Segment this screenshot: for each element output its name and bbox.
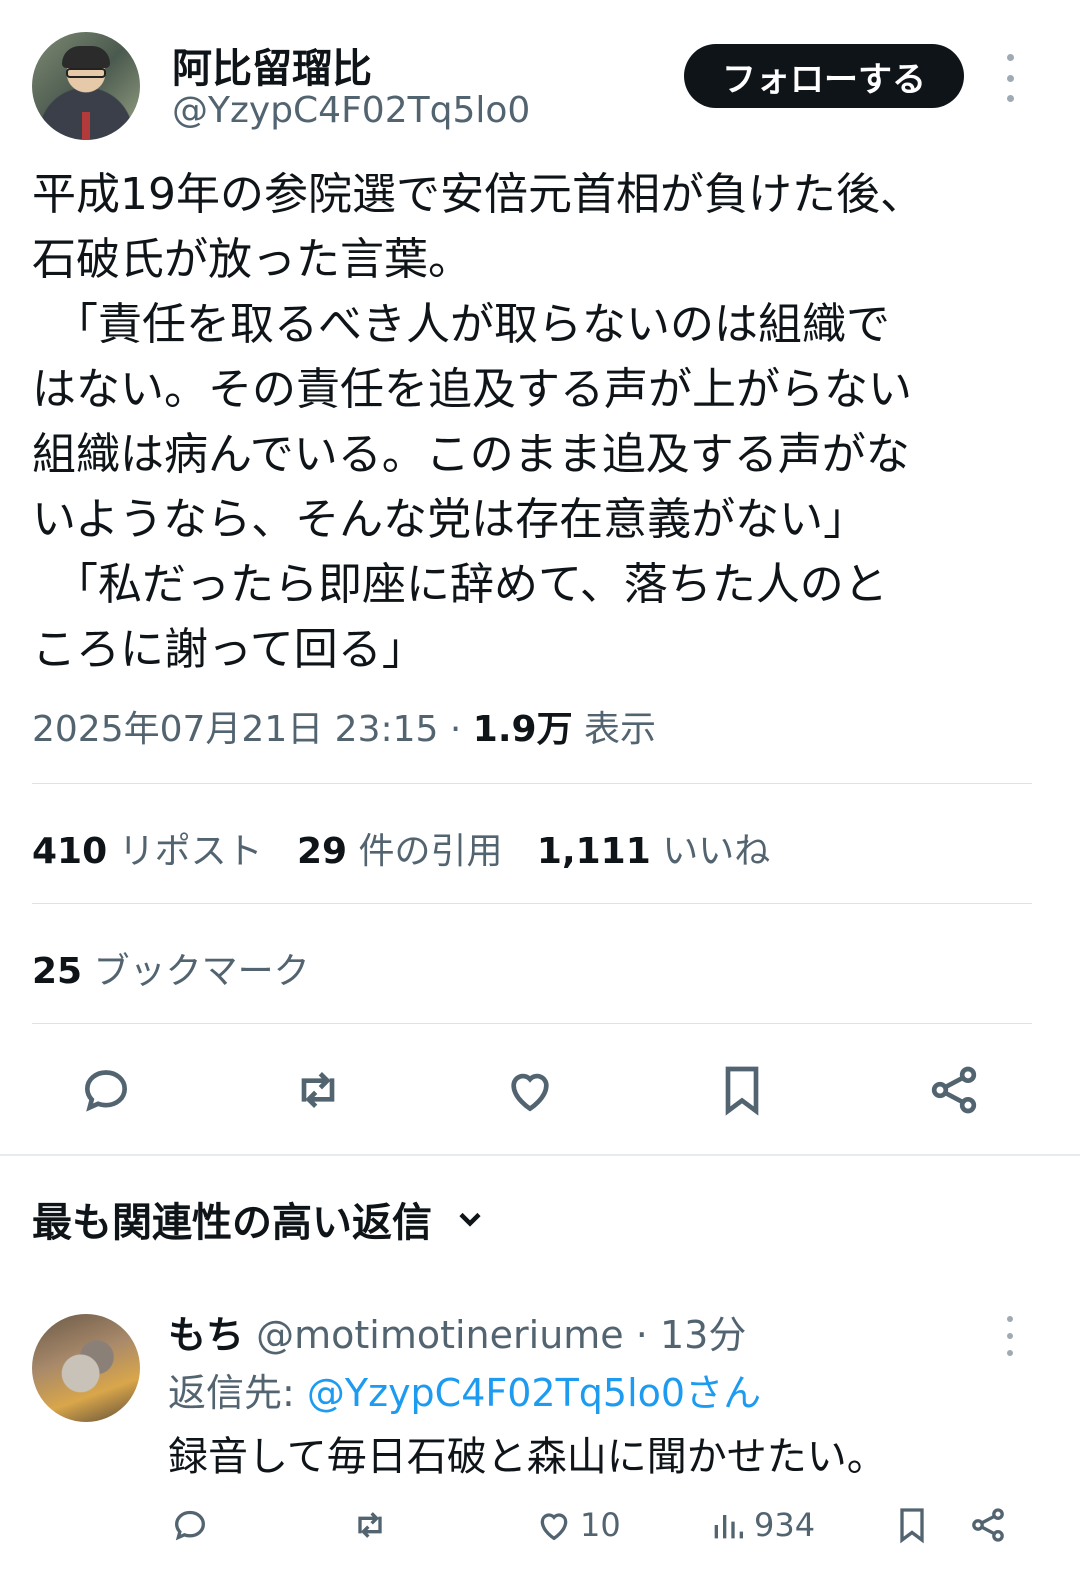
reply-action-bar: 10 934 (168, 1498, 1028, 1552)
tweet-datetime[interactable]: 2025年07月21日 23:15 (32, 709, 438, 750)
section-separator (0, 1154, 1080, 1156)
reply-like-button[interactable]: 10 (534, 1498, 621, 1552)
avatar-glasses (66, 68, 106, 78)
reposts-stat[interactable]: 410 リポスト (32, 831, 274, 872)
tweet-line: いようなら、そんな党は存在意義がない」 (32, 494, 868, 545)
reply-avatar[interactable] (32, 1314, 140, 1422)
meta-separator: · (449, 709, 462, 750)
reply-handle[interactable]: @motimotineriume (256, 1313, 624, 1357)
author-display-name[interactable]: 阿比留瑠比 (172, 36, 372, 94)
bookmarks-stat[interactable]: 25 ブックマーク (32, 942, 310, 994)
reply-to-line: 返信先: @YzypC4F02Tq5lo0さん (168, 1362, 761, 1417)
tweet-action-bar (32, 1048, 1032, 1132)
tweet-header: 阿比留瑠比 @YzypC4F02Tq5lo0 フォローする (32, 32, 1048, 142)
divider (32, 783, 1032, 784)
reposts-label: リポスト (118, 831, 263, 872)
reply-bookmark-icon[interactable] (892, 1498, 932, 1552)
reply-to-label: 返信先: (168, 1371, 295, 1415)
engagement-stats: 410 リポスト 29 件の引用 1,111 いいね (32, 822, 770, 874)
views-count: 1.9万 (472, 709, 573, 750)
tweet-line: 石破氏が放った言葉。 (32, 234, 472, 285)
share-icon[interactable] (924, 1060, 984, 1120)
bookmark-icon[interactable] (712, 1060, 772, 1120)
reply-repost-icon[interactable] (350, 1498, 390, 1552)
quotes-label: 件の引用 (358, 831, 503, 872)
divider (32, 1023, 1032, 1024)
reply-more-icon[interactable] (990, 1316, 1030, 1356)
tweet-line: 組織は病んでいる。このまま追及する声がな (32, 429, 910, 480)
reply-text: 録音して毎日石破と森山に聞かせたい。 (168, 1434, 887, 1480)
chevron-down-icon (459, 1212, 481, 1227)
reply-like-count: 10 (580, 1506, 621, 1544)
author-handle[interactable]: @YzypC4F02Tq5lo0 (172, 90, 530, 131)
more-options-icon[interactable] (990, 54, 1030, 102)
avatar-hair (62, 46, 110, 68)
divider (32, 903, 1032, 904)
reply-author: もち @motimotineriume · 13分 (168, 1304, 746, 1359)
analytics-icon (714, 1515, 743, 1539)
reply-share-icon[interactable] (968, 1498, 1008, 1552)
reposts-count: 410 (32, 831, 108, 872)
reply-reply-icon[interactable] (170, 1498, 210, 1552)
reply-separator: · (635, 1313, 648, 1357)
tweet-line: 「責任を取るべき人が取らないのは組織で (32, 299, 890, 350)
replies-sort-dropdown[interactable]: 最も関連性の高い返信 (32, 1190, 488, 1248)
reply-icon[interactable] (76, 1060, 136, 1120)
bookmarks-count: 25 (32, 951, 83, 992)
tweet-line: はない。その責任を追及する声が上がらない (32, 364, 912, 415)
quotes-stat[interactable]: 29 件の引用 (297, 831, 514, 872)
follow-button[interactable]: フォローする (684, 44, 964, 108)
reply-views-count: 934 (754, 1506, 816, 1544)
reply-time[interactable]: 13分 (660, 1313, 746, 1357)
tweet-line: ころに謝って回る」 (32, 624, 426, 675)
like-icon[interactable] (500, 1060, 560, 1120)
quotes-count: 29 (296, 831, 348, 872)
reply-like-icon (540, 1513, 568, 1541)
reply-display-name[interactable]: もち (168, 1313, 244, 1357)
avatar-tie (82, 112, 90, 140)
tweet-line: 「私だったら即座に辞めて、落ちた人のと (32, 559, 888, 610)
likes-stat[interactable]: 1,111 いいね (537, 831, 770, 872)
repost-icon[interactable] (288, 1060, 348, 1120)
bookmarks-label: ブックマーク (93, 951, 310, 992)
replies-sort-label: 最も関連性の高い返信 (32, 1200, 432, 1246)
tweet-meta: 2025年07月21日 23:15 · 1.9万 表示 (32, 700, 656, 752)
tweet-body: 平成19年の参院選で安倍元首相が負けた後、 石破氏が放った言葉。 「責任を取るべ… (32, 162, 1032, 682)
author-avatar[interactable] (32, 32, 140, 140)
reply-views-button[interactable]: 934 (708, 1498, 815, 1552)
likes-count: 1,111 (536, 831, 651, 872)
likes-label: いいね (662, 831, 771, 872)
reply-to-handle[interactable]: @YzypC4F02Tq5lo0さん (307, 1371, 761, 1415)
tweet-line: 平成19年の参院選で安倍元首相が負けた後、 (32, 169, 924, 220)
views-label: 表示 (584, 709, 657, 750)
